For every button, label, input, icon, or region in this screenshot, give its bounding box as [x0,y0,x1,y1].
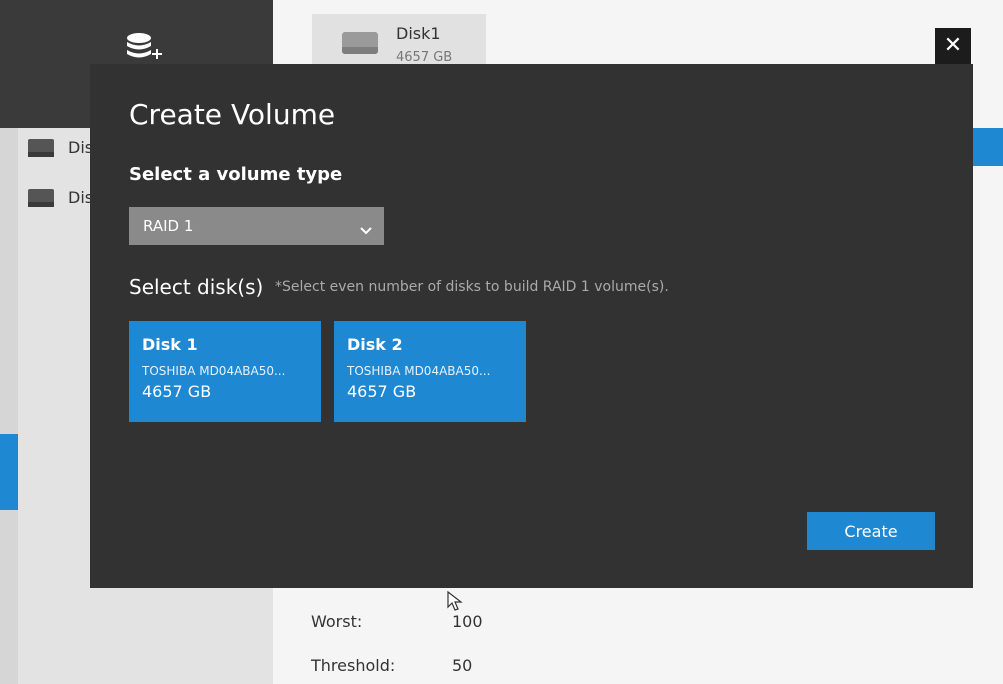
close-button[interactable]: ✕ [935,28,971,64]
disk-card-size: 4657 GB [142,382,212,401]
disk-card-name: Disk 1 [142,335,198,354]
hard-disk-icon [342,32,378,54]
hard-disk-icon [28,188,54,207]
disks-label: Select disk(s) [129,275,264,299]
hard-disk-icon [28,138,54,157]
disk-card-size: 4657 GB [347,382,417,401]
disk-card-name: Disk 2 [347,335,403,354]
disk-tab-size: 4657 GB [396,50,453,65]
stat-label-threshold: Threshold: [311,656,396,675]
left-edge-bar [0,128,18,684]
database-add-icon [124,32,164,70]
sidebar-item-disk-2[interactable]: Dis [28,188,93,207]
disk-card-model: TOSHIBA MD04ABA50... [347,364,491,378]
volume-type-select[interactable]: RAID 1 [129,207,384,245]
disk-card-2[interactable]: Disk 2 TOSHIBA MD04ABA50... 4657 GB [334,321,526,422]
sidebar-item-disk-1[interactable]: Dis [28,138,93,157]
disks-hint: *Select even number of disks to build RA… [275,279,669,295]
create-button[interactable]: Create [807,512,935,550]
dialog-title: Create Volume [129,98,336,131]
disk-tab[interactable]: Disk1 4657 GB [312,14,486,65]
selected-row-accent [973,128,1003,166]
volume-type-value: RAID 1 [143,217,194,235]
left-edge-accent [0,434,18,510]
chevron-down-icon [360,221,372,239]
cursor-icon [446,590,468,616]
disk-card-1[interactable]: Disk 1 TOSHIBA MD04ABA50... 4657 GB [129,321,321,422]
volume-type-label: Select a volume type [129,164,343,185]
stat-label-worst: Worst: [311,612,363,631]
disk-card-model: TOSHIBA MD04ABA50... [142,364,286,378]
disk-tab-title: Disk1 [396,24,441,43]
stat-value-threshold: 50 [452,656,473,675]
